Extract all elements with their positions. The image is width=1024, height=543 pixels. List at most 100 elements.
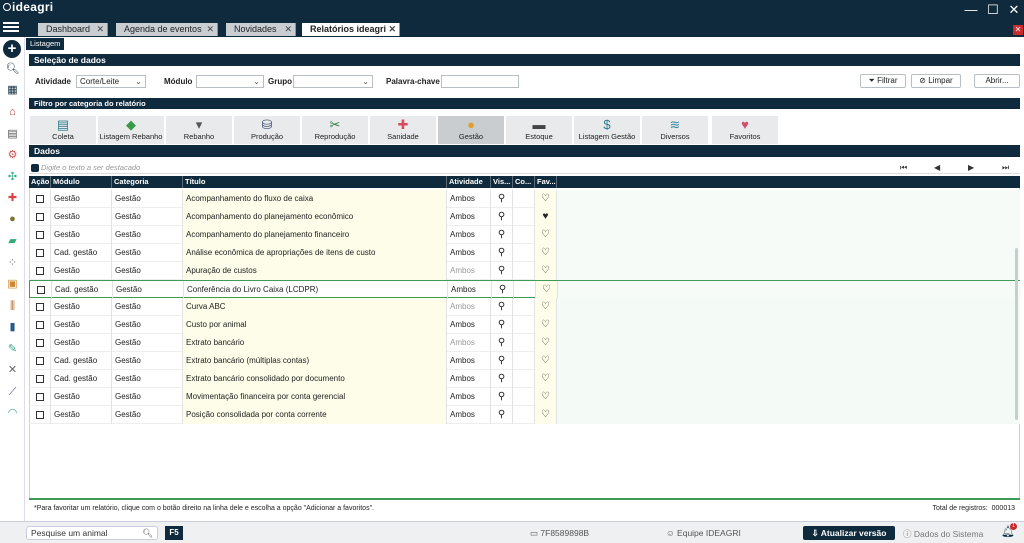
row-checkbox[interactable] — [36, 249, 44, 257]
view-icon[interactable]: ⚲ — [491, 208, 513, 226]
table-row[interactable]: Gestão Gestão Posição consolidada por cont… — [29, 406, 1020, 424]
row-checkbox[interactable] — [36, 375, 44, 383]
syringe-icon[interactable]: ✎ — [4, 342, 21, 356]
system-data-link[interactable]: ⓘ Dados do Sistema — [903, 528, 983, 540]
maximize-button[interactable]: ☐ — [985, 3, 1001, 17]
palavra-input[interactable] — [441, 75, 519, 88]
tab-novidades[interactable]: Novidades ✕ — [226, 23, 296, 36]
view-icon[interactable]: ⚲ — [491, 298, 513, 316]
view-icon[interactable]: ⚲ — [491, 388, 513, 406]
view-icon[interactable]: ⚲ — [491, 406, 513, 424]
heart-outline-icon[interactable]: ♡ — [535, 352, 557, 370]
view-icon[interactable]: ⚲ — [491, 244, 513, 262]
table-row[interactable]: Cad. gestão Gestão Extrato bancário consol… — [29, 370, 1020, 388]
heart-outline-icon[interactable]: ♡ — [535, 244, 557, 262]
modulo-select[interactable]: ⌄ — [196, 75, 264, 88]
view-icon[interactable]: ⚲ — [491, 334, 513, 352]
heart-outline-icon[interactable]: ♡ — [535, 190, 557, 208]
category-9[interactable]: $ Listagem Gestão — [574, 116, 640, 144]
chart-icon[interactable]: ⟋ — [4, 385, 21, 399]
close-window-button[interactable]: ✕ — [1006, 3, 1022, 17]
heart-outline-icon[interactable]: ♡ — [535, 226, 557, 244]
row-checkbox[interactable] — [36, 303, 44, 311]
row-checkbox[interactable] — [36, 321, 44, 329]
col-titulo[interactable]: Título — [183, 176, 447, 188]
gauge-icon[interactable]: ◠ — [4, 406, 21, 420]
heart-outline-icon[interactable]: ♡ — [535, 298, 557, 316]
prev-page-icon[interactable]: ◀ — [934, 163, 940, 172]
row-checkbox[interactable] — [36, 213, 44, 221]
next-page-icon[interactable]: ▶ — [968, 163, 974, 172]
heart-filled-icon[interactable]: ♥ — [535, 208, 557, 226]
view-icon[interactable]: ⚲ — [491, 190, 513, 208]
row-checkbox[interactable] — [36, 231, 44, 239]
search-icon[interactable]: 🔍︎ — [4, 62, 21, 76]
first-page-icon[interactable]: ⏮ — [900, 163, 907, 173]
atividade-select[interactable]: Corte/Leite ⌄ — [76, 75, 146, 88]
barn-icon[interactable]: ⌂ — [4, 105, 21, 119]
category-4[interactable]: ⛁ Produção — [234, 116, 300, 144]
view-icon[interactable]: ⚲ — [491, 352, 513, 370]
row-checkbox[interactable] — [37, 286, 45, 294]
table-row[interactable]: Gestão Gestão Acompanhamento do planejamen… — [29, 226, 1020, 244]
grid-icon[interactable]: ⁘ — [4, 256, 21, 270]
dashboard-icon[interactable]: ▦ — [4, 83, 21, 97]
close-tab-icon[interactable]: ✕ — [1013, 25, 1023, 35]
highlight-search-input[interactable]: Digite o texto a ser destacado — [29, 162, 1020, 174]
table-row[interactable]: Gestão Gestão Curva ABC Ambos ⚲ ♡ — [29, 298, 1020, 316]
category-11[interactable]: ♥ Favoritos — [712, 116, 778, 144]
heart-outline-icon[interactable]: ♡ — [535, 334, 557, 352]
col-co[interactable]: Co... — [513, 176, 535, 188]
tools-icon[interactable]: ✕ — [4, 363, 21, 377]
row-checkbox[interactable] — [36, 195, 44, 203]
table-row[interactable]: Gestão Gestão Movimentação financeira por … — [29, 388, 1020, 406]
heart-outline-icon[interactable]: ♡ — [535, 262, 557, 280]
row-checkbox[interactable] — [36, 339, 44, 347]
network-icon[interactable]: ✣ — [4, 170, 21, 184]
category-2[interactable]: ◆ Listagem Rebanho — [98, 116, 164, 144]
table-row[interactable]: Gestão Gestão Custo por animal Ambos ⚲ ♡ — [29, 316, 1020, 334]
menu-icon[interactable] — [3, 20, 19, 34]
view-icon[interactable]: ⚲ — [491, 370, 513, 388]
category-5[interactable]: ✂ Reprodução — [302, 116, 368, 144]
category-8[interactable]: ▬ Estoque — [506, 116, 572, 144]
heart-outline-icon[interactable]: ♡ — [535, 406, 557, 424]
health-cross-icon[interactable]: ✚ — [4, 191, 21, 205]
filtrar-button[interactable]: ⏷ Filtrar — [860, 74, 906, 88]
table-row[interactable]: Gestão Gestão Acompanhamento do fluxo de c… — [29, 190, 1020, 208]
listagem-tab[interactable]: Listagem — [26, 38, 65, 50]
category-1[interactable]: ▤ Coleta — [30, 116, 96, 144]
table-row[interactable]: Cad. gestão Gestão Extrato bancário (múlti… — [29, 352, 1020, 370]
col-visualizar[interactable]: Vis... — [491, 176, 513, 188]
view-icon[interactable]: ⚲ — [491, 316, 513, 334]
col-modulo[interactable]: Módulo — [51, 176, 112, 188]
calculator-icon[interactable]: ▣ — [4, 277, 21, 291]
last-page-icon[interactable]: ⏭ — [1002, 163, 1009, 173]
heart-outline-icon[interactable]: ♡ — [535, 316, 557, 334]
heart-outline-icon[interactable]: ♡ — [536, 281, 558, 299]
row-checkbox[interactable] — [36, 411, 44, 419]
row-checkbox[interactable] — [36, 267, 44, 275]
category-10[interactable]: ≋ Diversos — [642, 116, 708, 144]
f5-button[interactable]: F5 — [165, 526, 183, 540]
animal-search-input[interactable]: Pesquise um animal 🔍︎ — [26, 526, 158, 540]
limpar-button[interactable]: ⊘ Limpar — [911, 74, 961, 88]
fence-icon[interactable]: ⫼ — [4, 299, 21, 313]
view-icon[interactable]: ⚲ — [491, 226, 513, 244]
table-row[interactable]: Cad. gestão Gestão Análise econômica de ap… — [29, 244, 1020, 262]
category-3[interactable]: ▾ Rebanho — [166, 116, 232, 144]
col-atividade[interactable]: Atividade — [447, 176, 491, 188]
table-row[interactable]: Gestão Gestão Apuração de custos Ambos ⚲ ♡ — [29, 262, 1020, 280]
grupo-select[interactable]: ⌄ — [293, 75, 373, 88]
heart-outline-icon[interactable]: ♡ — [535, 388, 557, 406]
row-checkbox[interactable] — [36, 393, 44, 401]
tab-agenda[interactable]: Agenda de eventos ✕ — [116, 23, 218, 36]
minimize-button[interactable]: — — [963, 3, 979, 17]
document-icon[interactable]: ▮ — [4, 320, 21, 334]
tractor-icon[interactable]: ▰ — [4, 234, 21, 248]
col-categoria[interactable]: Categoria — [112, 176, 183, 188]
abrir-button[interactable]: Abrir... — [974, 74, 1020, 88]
col-acao[interactable]: Ação — [29, 176, 51, 188]
bag-icon[interactable]: ● — [4, 212, 21, 226]
calendar-icon[interactable]: ▤ — [4, 127, 21, 141]
